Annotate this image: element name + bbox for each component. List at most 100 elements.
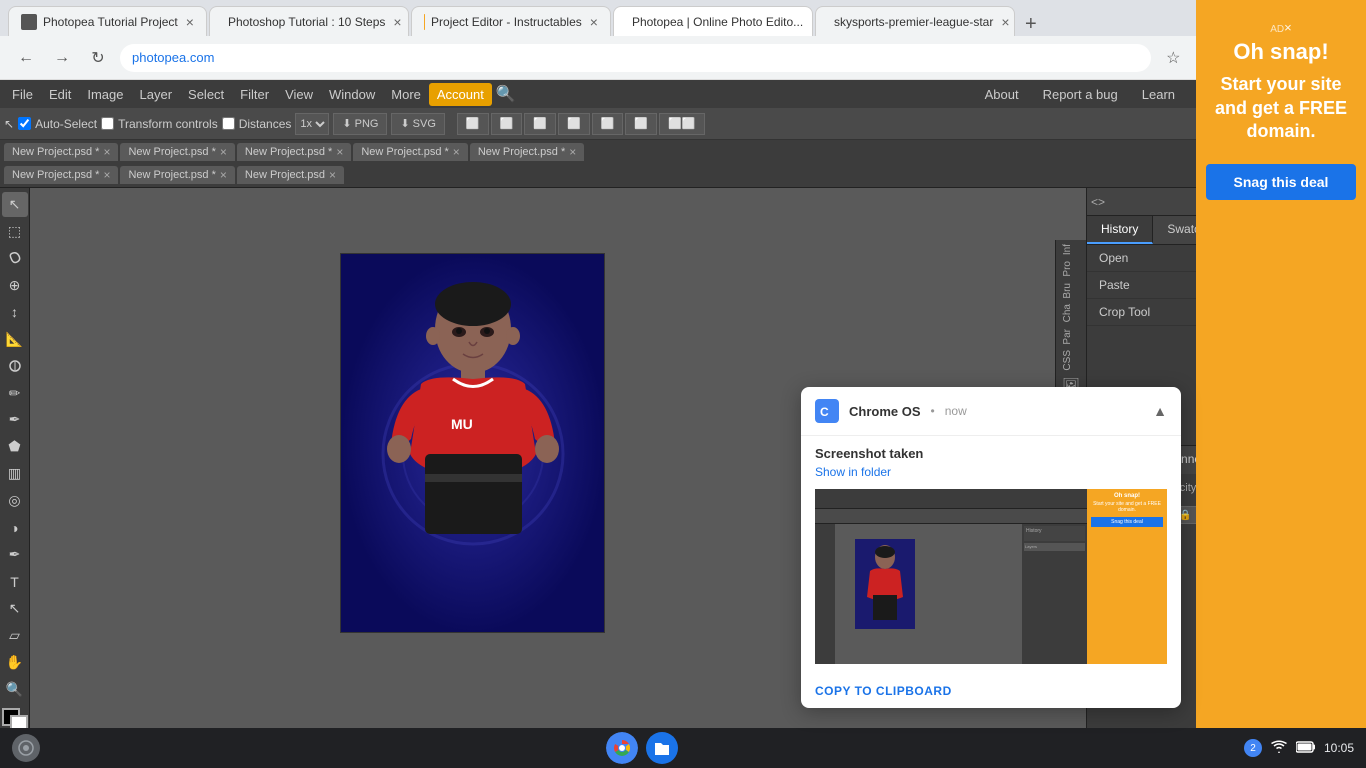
distribute-button[interactable]: ⬜	[592, 113, 624, 135]
sidebar-inf[interactable]: Inf	[1058, 242, 1084, 257]
tab-2[interactable]: Photoshop Tutorial : 10 Steps ×	[209, 6, 409, 36]
tab-1[interactable]: Photopea Tutorial Project ×	[8, 6, 207, 36]
auto-select-checkbox[interactable]: Auto-Select	[18, 117, 97, 131]
doc-tab-close-7[interactable]: ×	[220, 168, 227, 182]
hand-tool[interactable]: ✋	[2, 650, 28, 675]
shape-tool[interactable]: ▱	[2, 623, 28, 648]
blur-tool[interactable]: ◎	[2, 488, 28, 513]
pen-tool[interactable]: ✒	[2, 542, 28, 567]
doc-tab-3[interactable]: New Project.psd * ×	[237, 143, 351, 161]
new-tab-button[interactable]: +	[1017, 13, 1045, 36]
brush-tool[interactable]: ✏	[2, 381, 28, 406]
svg-export-button[interactable]: ⬇ SVG	[391, 113, 444, 135]
panel-collapse-left[interactable]: <>	[1091, 195, 1105, 209]
sidebar-par[interactable]: Par	[1058, 327, 1084, 347]
url-input[interactable]	[120, 44, 1151, 72]
eraser-tool[interactable]: ⬟	[2, 434, 28, 459]
distances-checkbox[interactable]: Distances	[222, 117, 292, 131]
taskbar-chrome-icon[interactable]	[606, 732, 638, 764]
report-bug-link[interactable]: Report a bug	[1035, 83, 1126, 106]
doc-tab-2[interactable]: New Project.psd * ×	[120, 143, 234, 161]
tab-close-5[interactable]: ×	[1001, 14, 1009, 30]
canvas-image: MU	[340, 253, 605, 633]
distances-input[interactable]	[222, 117, 235, 130]
doc-tab-7[interactable]: New Project.psd * ×	[120, 166, 234, 184]
align-center-button[interactable]: ⬜	[491, 113, 523, 135]
menu-file[interactable]: File	[4, 83, 41, 106]
about-link[interactable]: About	[977, 83, 1027, 106]
doc-tab-close-6[interactable]: ×	[103, 168, 110, 182]
popup-expand-icon[interactable]: ▲	[1153, 403, 1167, 419]
tab-close-2[interactable]: ×	[393, 14, 401, 30]
select-tool[interactable]: ⬚	[2, 219, 28, 244]
tab-label-2: Photoshop Tutorial : 10 Steps	[228, 15, 385, 29]
menu-image[interactable]: Image	[79, 83, 131, 106]
doc-tab-6[interactable]: New Project.psd * ×	[4, 166, 118, 184]
menu-more[interactable]: More	[383, 83, 429, 106]
tab-4[interactable]: Photopea | Online Photo Edito... ×	[613, 6, 813, 36]
bookmark-button[interactable]: ☆	[1159, 44, 1187, 72]
doc-tab-close-8[interactable]: ×	[329, 168, 336, 182]
transform-controls-input[interactable]	[101, 117, 114, 130]
doc-tab-close-4[interactable]: ×	[453, 145, 460, 159]
tab-close-1[interactable]: ×	[186, 14, 194, 30]
text-tool[interactable]: T	[2, 569, 28, 594]
copy-to-clipboard-button[interactable]: COPY TO CLIPBOARD	[815, 684, 952, 698]
menu-account[interactable]: Account	[429, 83, 492, 106]
path-select-tool[interactable]: ↖	[2, 596, 28, 621]
align-right-button[interactable]: ⬜	[524, 113, 556, 135]
menu-filter[interactable]: Filter	[232, 83, 277, 106]
doc-tab-1[interactable]: New Project.psd * ×	[4, 143, 118, 161]
notification-badge[interactable]: 2	[1244, 739, 1262, 757]
doc-tab-8[interactable]: New Project.psd ×	[237, 166, 344, 184]
tab-close-4[interactable]: ×	[811, 14, 813, 30]
clone-tool[interactable]: ✒	[2, 408, 28, 433]
auto-select-input[interactable]	[18, 117, 31, 130]
search-button[interactable]: 🔍	[492, 80, 520, 108]
sidebar-bru[interactable]: Bru	[1058, 281, 1084, 301]
back-button[interactable]: ←	[12, 44, 40, 72]
sidebar-cha[interactable]: Cha	[1058, 302, 1084, 324]
spot-heal-tool[interactable]	[2, 354, 28, 379]
lasso-tool[interactable]	[2, 246, 28, 271]
menu-window[interactable]: Window	[321, 83, 383, 106]
tab-3[interactable]: Project Editor - Instructables ×	[411, 6, 611, 36]
sidebar-css[interactable]: CSS	[1058, 348, 1084, 373]
doc-tab-close-3[interactable]: ×	[336, 145, 343, 159]
doc-tab-close-5[interactable]: ×	[569, 145, 576, 159]
doc-tab-5[interactable]: New Project.psd * ×	[470, 143, 584, 161]
transform-controls-checkbox[interactable]: Transform controls	[101, 117, 218, 131]
reload-button[interactable]: ↻	[84, 44, 112, 72]
gradient-tool[interactable]: ▥	[2, 461, 28, 486]
menu-select[interactable]: Select	[180, 83, 232, 106]
learn-link[interactable]: Learn	[1134, 83, 1183, 106]
launcher-button[interactable]	[12, 734, 40, 762]
crop-tool[interactable]: ↕	[2, 300, 28, 325]
popup-app-name: Chrome OS	[849, 404, 921, 419]
tab-close-3[interactable]: ×	[590, 14, 598, 30]
taskbar-files-icon[interactable]	[646, 732, 678, 764]
menu-edit[interactable]: Edit	[41, 83, 79, 106]
zoom-tool[interactable]: 🔍	[2, 677, 28, 702]
forward-button[interactable]: →	[48, 44, 76, 72]
ad-cta-button[interactable]: Snag this deal	[1206, 188, 1356, 200]
doc-tab-close-2[interactable]: ×	[220, 145, 227, 159]
show-in-folder-link[interactable]: Show in folder	[815, 465, 1167, 479]
tab-5[interactable]: skysports-premier-league-star ×	[815, 6, 1015, 36]
align-top-button[interactable]: ⬜	[558, 113, 590, 135]
scale-select[interactable]: 1x 2x 3x	[295, 113, 329, 135]
move-tool[interactable]: ↖	[2, 192, 28, 217]
tab-history[interactable]: History	[1087, 216, 1153, 244]
quick-select-tool[interactable]: ⊕	[2, 273, 28, 298]
align-transform-button[interactable]: ⬜⬜	[659, 113, 704, 135]
sidebar-pro[interactable]: Pro	[1058, 259, 1084, 279]
measure-tool[interactable]: 📐	[2, 327, 28, 352]
menu-layer[interactable]: Layer	[132, 83, 181, 106]
png-export-button[interactable]: ⬇ PNG	[333, 113, 387, 135]
doc-tab-close-1[interactable]: ×	[103, 145, 110, 159]
menu-view[interactable]: View	[277, 83, 321, 106]
doc-tab-4[interactable]: New Project.psd * ×	[353, 143, 467, 161]
dodge-tool[interactable]: ◑	[2, 515, 28, 540]
align-bottom-button[interactable]: ⬜	[625, 113, 657, 135]
align-left-button[interactable]: ⬜	[457, 113, 489, 135]
